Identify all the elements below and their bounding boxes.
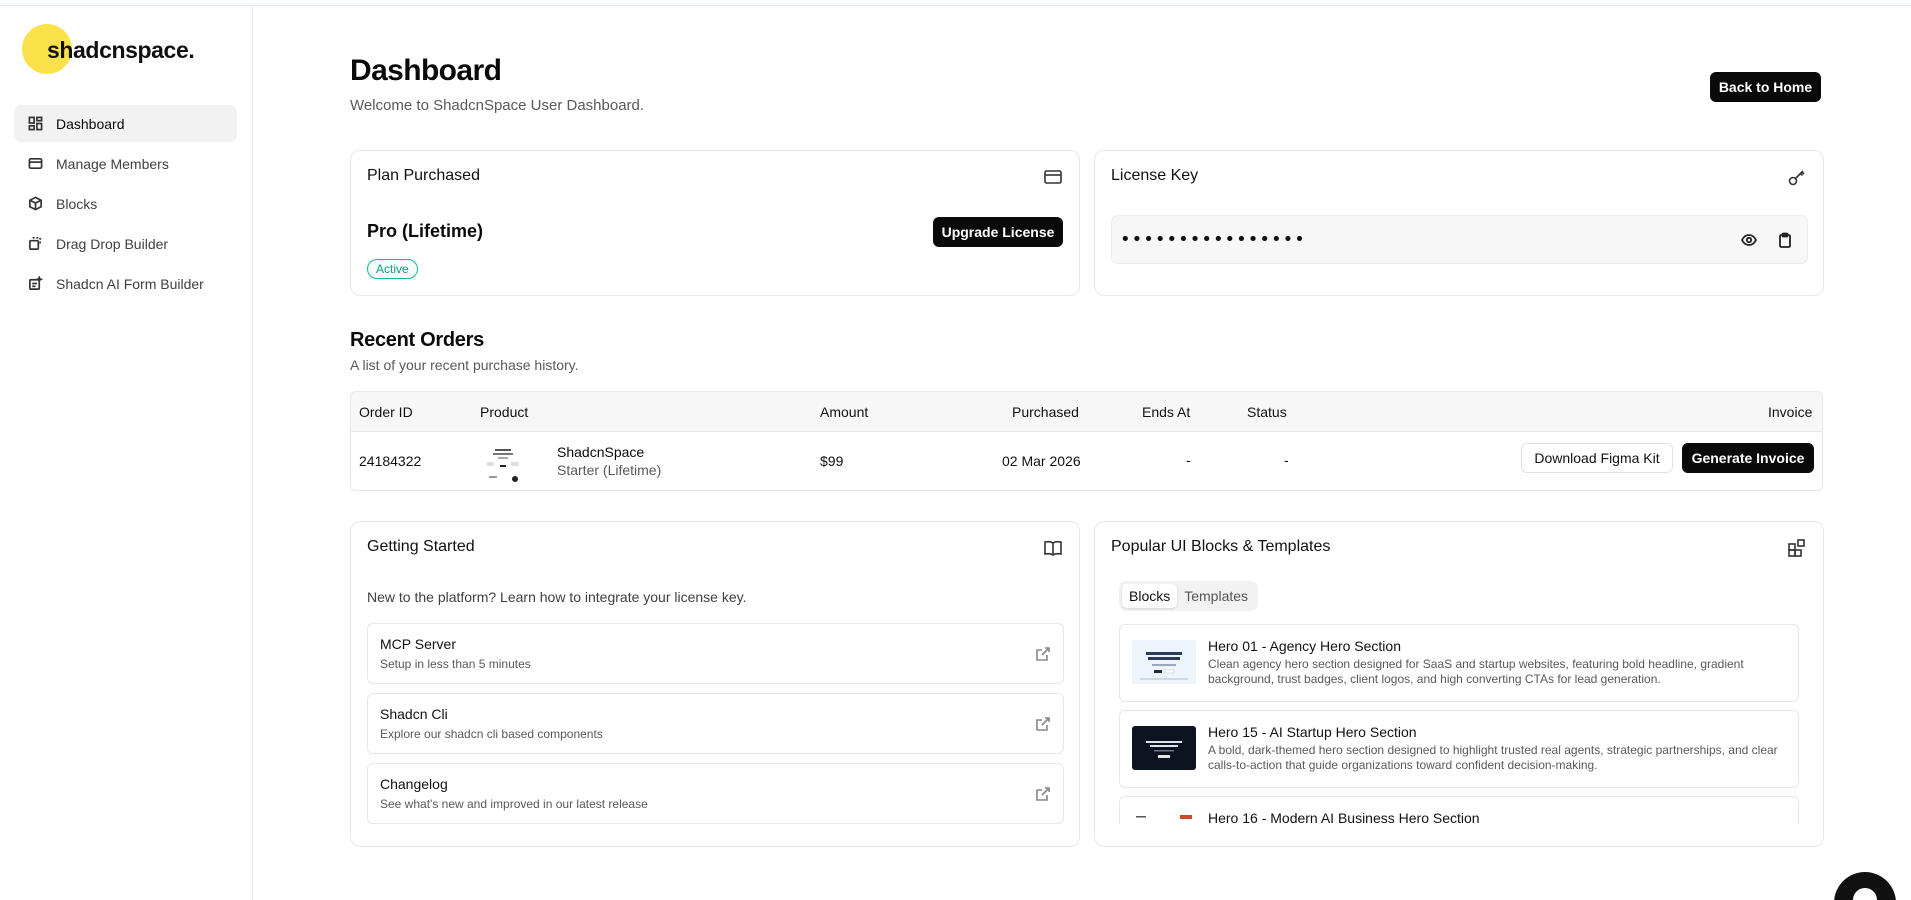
order-purchased: 02 Mar 2026 [1002, 453, 1081, 469]
column-header: Amount [820, 404, 869, 420]
item-title: MCP Server [380, 636, 456, 652]
column-header: Ends At [1142, 404, 1191, 420]
license-key-field[interactable]: •••••••••••••••• [1111, 215, 1808, 264]
sidebar-item-label: Blocks [56, 195, 98, 212]
product-thumbnail [483, 442, 523, 482]
orders-table: Order ID Product Amount Purchased Ends A… [350, 391, 1823, 491]
popular-list[interactable]: Hero 01 - Agency Hero Section Clean agen… [1119, 624, 1799, 824]
back-to-home-button[interactable]: Back to Home [1710, 72, 1821, 102]
column-header: Status [1247, 404, 1287, 420]
column-header: Invoice [1768, 404, 1813, 420]
eye-icon[interactable] [1739, 230, 1759, 250]
list-item[interactable]: Hero 16 - Modern AI Business Hero Sectio… [1119, 796, 1799, 824]
block-title: Hero 01 - Agency Hero Section [1208, 638, 1401, 654]
brand-logo[interactable]: shadcnspace. [22, 24, 222, 74]
book-open-icon [1043, 538, 1063, 558]
getting-started-title: Getting Started [367, 538, 475, 555]
recent-orders-subtitle: A list of your recent purchase history. [350, 357, 579, 373]
sidebar-nav: Dashboard Manage Members Blocks Drag Dro… [14, 105, 237, 305]
generate-invoice-button[interactable]: Generate Invoice [1682, 443, 1814, 473]
item-subtitle: Setup in less than 5 minutes [380, 657, 531, 671]
sidebar: shadcnspace. Dashboard Manage Members Bl… [0, 6, 253, 900]
sidebar-item-manage-members[interactable]: Manage Members [14, 145, 237, 182]
status-badge: Active [367, 259, 418, 279]
column-header: Purchased [1012, 404, 1079, 420]
drag-icon [27, 236, 43, 252]
blocks-icon [1787, 538, 1807, 558]
block-thumbnail [1132, 812, 1196, 824]
block-description: Clean agency hero section designed for S… [1208, 657, 1744, 686]
page-subtitle: Welcome to ShadcnSpace User Dashboard. [350, 97, 645, 114]
key-icon [1787, 167, 1807, 187]
item-title: Shadcn Cli [380, 706, 448, 722]
item-title: Changelog [380, 776, 448, 792]
popular-blocks-title: Popular UI Blocks & Templates [1111, 538, 1331, 555]
getting-started-item-mcp-server[interactable]: MCP Server Setup in less than 5 minutes [367, 623, 1064, 684]
page-title: Dashboard [350, 54, 502, 87]
recent-orders-title: Recent Orders [350, 329, 484, 351]
order-ends-at: - [1186, 452, 1191, 468]
sidebar-item-label: Dashboard [56, 115, 125, 132]
sidebar-item-label: Drag Drop Builder [56, 235, 169, 252]
column-header: Product [480, 404, 529, 420]
getting-started-subtitle: New to the platform? Learn how to integr… [367, 589, 747, 605]
upgrade-license-button[interactable]: Upgrade License [933, 217, 1063, 247]
column-header: Order ID [359, 404, 413, 420]
license-card: License Key •••••••••••••••• [1094, 150, 1824, 296]
plan-card: Plan Purchased Pro (Lifetime) Upgrade Li… [350, 150, 1080, 296]
license-card-title: License Key [1111, 167, 1199, 184]
block-title: Hero 15 - AI Startup Hero Section [1208, 724, 1417, 740]
box-icon [27, 196, 43, 212]
external-link-icon [1035, 786, 1051, 802]
getting-started-card: Getting Started New to the platform? Lea… [350, 521, 1080, 847]
block-thumbnail [1132, 726, 1196, 770]
popular-tabs: Blocks Templates [1119, 581, 1259, 611]
sidebar-item-dashboard[interactable]: Dashboard [14, 105, 237, 142]
list-item[interactable]: Hero 15 - AI Startup Hero Section A bold… [1119, 710, 1799, 788]
sidebar-item-blocks[interactable]: Blocks [14, 185, 237, 222]
sidebar-item-ai-form-builder[interactable]: Shadcn AI Form Builder [14, 265, 237, 302]
list-item[interactable]: Hero 01 - Agency Hero Section Clean agen… [1119, 624, 1799, 702]
download-figma-kit-button[interactable]: Download Figma Kit [1521, 443, 1673, 473]
table-header: Order ID Product Amount Purchased Ends A… [351, 392, 1822, 432]
external-link-icon [1035, 716, 1051, 732]
product-plan: Starter (Lifetime) [557, 462, 662, 478]
order-id: 24184322 [359, 453, 422, 469]
sidebar-item-label: Shadcn AI Form Builder [56, 275, 204, 292]
card-icon [27, 156, 43, 172]
sidebar-item-drag-drop-builder[interactable]: Drag Drop Builder [14, 225, 237, 262]
grid-icon [27, 116, 43, 132]
help-chat-button[interactable] [1834, 872, 1896, 900]
block-title: Hero 16 - Modern AI Business Hero Sectio… [1208, 810, 1480, 824]
license-key-value: •••••••••••••••• [1120, 229, 1306, 250]
clipboard-icon[interactable] [1775, 230, 1795, 250]
item-subtitle: See what's new and improved in our lates… [380, 797, 648, 811]
order-status: - [1284, 452, 1289, 468]
tab-templates[interactable]: Templates [1177, 584, 1255, 608]
external-link-icon [1035, 646, 1051, 662]
order-amount: $99 [820, 453, 844, 469]
popular-blocks-card: Popular UI Blocks & Templates Blocks Tem… [1094, 521, 1824, 847]
plan-name: Pro (Lifetime) [367, 221, 484, 241]
credit-card-icon [1043, 167, 1063, 187]
plan-card-title: Plan Purchased [367, 167, 480, 184]
item-subtitle: Explore our shadcn cli based components [380, 727, 603, 741]
block-thumbnail [1132, 640, 1196, 684]
block-description: A bold, dark-themed hero section designe… [1208, 743, 1778, 772]
getting-started-item-shadcn-cli[interactable]: Shadcn Cli Explore our shadcn cli based … [367, 693, 1064, 754]
top-bar [0, 0, 1911, 6]
getting-started-item-changelog[interactable]: Changelog See what's new and improved in… [367, 763, 1064, 824]
brand-name: shadcnspace. [47, 37, 195, 63]
product-name: ShadcnSpace [557, 444, 645, 460]
tab-blocks[interactable]: Blocks [1122, 584, 1178, 608]
sidebar-item-label: Manage Members [56, 155, 169, 172]
form-icon [27, 276, 43, 292]
